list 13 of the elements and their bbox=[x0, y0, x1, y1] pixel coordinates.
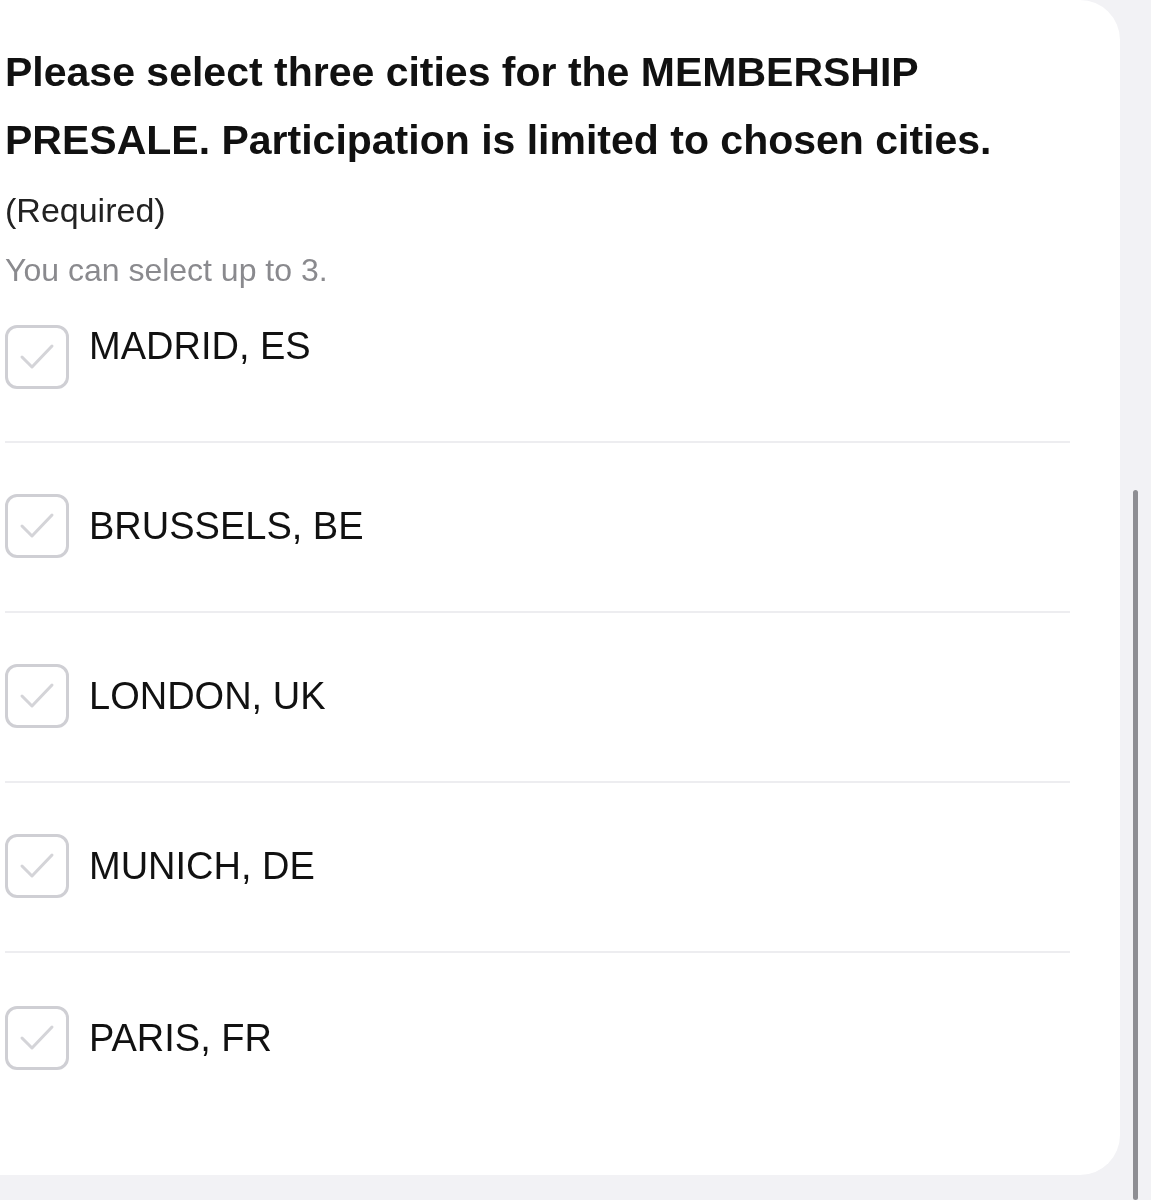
option-label[interactable]: PARIS, FR bbox=[89, 1016, 272, 1060]
option-label[interactable]: BRUSSELS, BE bbox=[89, 504, 364, 548]
checkbox[interactable] bbox=[5, 494, 69, 558]
checkbox[interactable] bbox=[5, 664, 69, 728]
checkbox[interactable] bbox=[5, 325, 69, 389]
option-label[interactable]: MADRID, ES bbox=[89, 325, 311, 368]
question-text: Please select three cities for the MEMBERSHIP PRESALE. Participation is limited to chosen cities. (Required) bbox=[5, 48, 993, 231]
checkbox[interactable] bbox=[5, 1006, 69, 1070]
option-label[interactable]: LONDON, UK bbox=[89, 674, 326, 718]
hint-text: You can select up to 3. bbox=[5, 252, 329, 289]
checkbox[interactable] bbox=[5, 834, 69, 898]
option-label[interactable]: MUNICH, DE bbox=[89, 844, 315, 888]
scrollbar[interactable] bbox=[1133, 490, 1138, 1200]
